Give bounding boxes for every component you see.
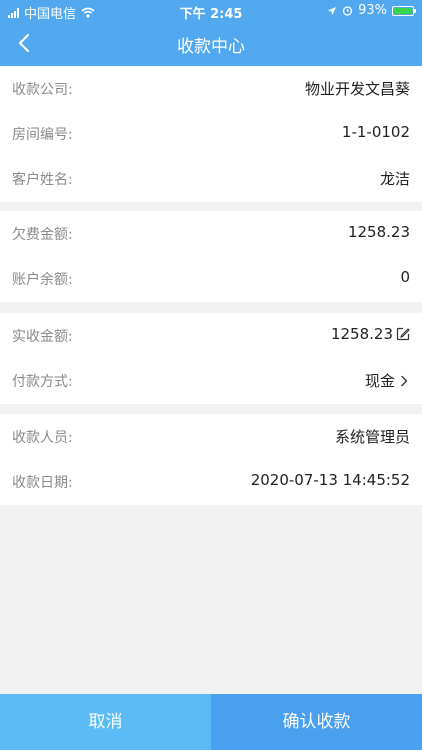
status-bar: 中国电信 下午 2:45 93% — [0, 0, 422, 22]
row-collector: 收款人员: 系统管理员 — [0, 414, 422, 459]
battery-level — [394, 7, 411, 14]
customer-name-label: 客户姓名: — [12, 172, 73, 188]
collection-date-value: 2020-07-13 14:45:52 — [250, 471, 410, 489]
account-balance-label: 账户余额: — [12, 272, 73, 288]
payment-method-label: 付款方式: — [12, 374, 73, 390]
row-room-number: 房间编号: 1-1-0102 — [0, 111, 422, 156]
arrears-label: 欠费金额: — [12, 227, 73, 243]
confirm-payment-button[interactable]: 确认收款 — [211, 694, 422, 750]
payment-method-value: 现金 — [364, 372, 395, 390]
arrears-value: 1258.23 — [347, 223, 410, 241]
account-balance-value: 0 — [400, 268, 410, 286]
alarm-icon — [342, 6, 353, 16]
payment-section: 实收金额: 1258.23 付款方式: 现金 — [0, 313, 422, 404]
row-company: 收款公司: 物业开发文昌葵 — [0, 66, 422, 111]
company-value: 物业开发文昌葵 — [304, 80, 410, 98]
location-icon — [328, 6, 337, 15]
row-collection-date: 收款日期: 2020-07-13 14:45:52 — [0, 459, 422, 504]
app-header: 中国电信 下午 2:45 93% 收款中心 — [0, 0, 422, 66]
collector-label: 收款人员: — [12, 430, 73, 446]
payment-method-selector[interactable]: 现金 — [365, 370, 410, 391]
row-customer-name: 客户姓名: 龙洁 — [0, 156, 422, 201]
collector-value: 系统管理员 — [334, 428, 410, 446]
edit-icon[interactable] — [396, 327, 410, 341]
room-number-value: 1-1-0102 — [341, 123, 410, 141]
company-label: 收款公司: — [12, 82, 73, 98]
row-received-amount[interactable]: 实收金额: 1258.23 — [0, 313, 422, 358]
chevron-right-icon — [401, 375, 408, 386]
page-title: 收款中心 — [177, 37, 245, 57]
action-bar: 取消 确认收款 — [0, 694, 422, 750]
battery-icon — [392, 5, 416, 16]
received-amount-field[interactable]: 1258.23 — [331, 325, 410, 343]
battery-percent: 93% — [358, 3, 387, 18]
collection-date-label: 收款日期: — [12, 475, 73, 491]
customer-info-section: 收款公司: 物业开发文昌葵 房间编号: 1-1-0102 客户姓名: 龙洁 — [0, 66, 422, 202]
received-amount-value: 1258.23 — [330, 325, 393, 343]
balance-section: 欠费金额: 1258.23 账户余额: 0 — [0, 211, 422, 302]
received-amount-label: 实收金额: — [12, 329, 73, 345]
customer-name-value: 龙洁 — [379, 170, 410, 188]
room-number-label: 房间编号: — [12, 127, 73, 143]
row-payment-method[interactable]: 付款方式: 现金 — [0, 358, 422, 403]
nav-bar: 收款中心 — [0, 22, 422, 66]
collector-section: 收款人员: 系统管理员 收款日期: 2020-07-13 14:45:52 — [0, 414, 422, 505]
cancel-button[interactable]: 取消 — [0, 694, 211, 750]
row-arrears: 欠费金额: 1258.23 — [0, 211, 422, 256]
row-account-balance: 账户余额: 0 — [0, 256, 422, 301]
